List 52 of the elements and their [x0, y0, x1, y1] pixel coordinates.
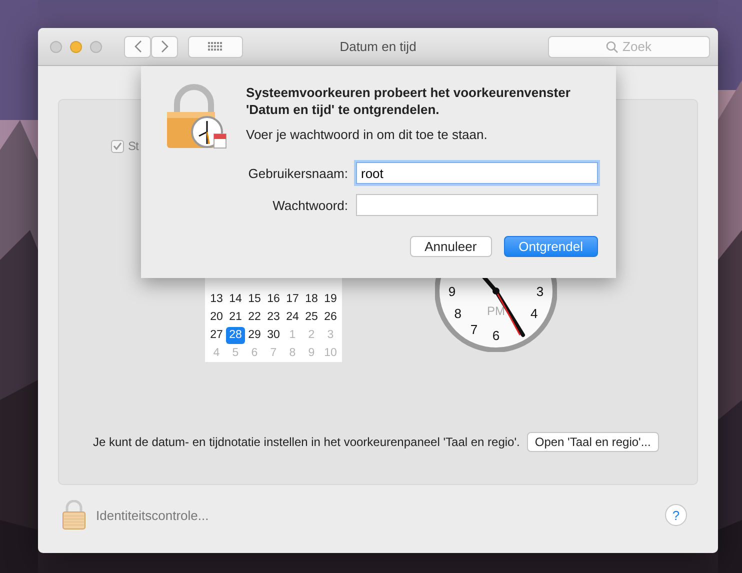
- lock-label[interactable]: Identiteitscontrole...: [96, 508, 209, 522]
- search-icon: [606, 40, 618, 52]
- calendar-day[interactable]: 21: [226, 308, 245, 326]
- dialog-title: Systeemvoorkeuren probeert het voorkeurenvenster 'Datum en tijd' te ontgrendelen.: [246, 84, 572, 118]
- padlock-icon[interactable]: [62, 500, 86, 530]
- calendar-day[interactable]: 29: [245, 326, 264, 344]
- field-label: Gebruikersnaam:: [247, 166, 348, 180]
- calendar-day[interactable]: 15: [245, 290, 264, 308]
- check-icon: [113, 142, 122, 150]
- calendar-day[interactable]: 26: [321, 308, 340, 326]
- calendar-day[interactable]: 14: [226, 290, 245, 308]
- window-control[interactable]: [50, 40, 62, 52]
- chevron-left-icon: [134, 40, 142, 53]
- window-control[interactable]: [90, 40, 102, 52]
- clock-number: 7: [470, 322, 478, 338]
- back-button[interactable]: [124, 36, 151, 58]
- calendar-day[interactable]: 27: [207, 326, 226, 344]
- clock-number: 6: [492, 328, 500, 343]
- window-title: Datum en tijd: [340, 39, 416, 54]
- calendar-day[interactable]: 19: [321, 290, 340, 308]
- search-field[interactable]: Zoek: [548, 36, 710, 58]
- help-button[interactable]: ?: [665, 504, 687, 526]
- calendar-day[interactable]: 16: [264, 290, 283, 308]
- calendar-day[interactable]: 24: [283, 308, 302, 326]
- open-language-region-button[interactable]: Open 'Taal en regio'...: [526, 432, 659, 452]
- clock-period: PM: [487, 304, 505, 318]
- calendar-day[interactable]: 25: [302, 308, 321, 326]
- window-control[interactable]: [70, 40, 82, 52]
- forward-button[interactable]: [151, 36, 178, 58]
- calendar-day[interactable]: 20: [207, 308, 226, 326]
- format-note: Je kunt de datum- en tijdnotatie instellen in het voorkeurenpaneel 'Taal en regio'.: [93, 435, 520, 449]
- clock-number: 4: [530, 306, 538, 321]
- show-all-button[interactable]: [188, 36, 243, 58]
- cancel-button[interactable]: Annuleer: [410, 236, 492, 257]
- checkbox-label: St: [128, 139, 138, 153]
- username-field[interactable]: root: [356, 162, 598, 184]
- calendar-day[interactable]: 22: [245, 308, 264, 326]
- dialog-message: Voer je wachtwoord in om dit toe te staan.: [246, 127, 488, 142]
- calendar-day[interactable]: 30: [264, 326, 283, 344]
- calendar-day[interactable]: 28: [226, 326, 245, 344]
- field-label: Wachtwoord:: [272, 198, 348, 212]
- calendar-day[interactable]: 18: [302, 290, 321, 308]
- calendar-day[interactable]: 17: [283, 290, 302, 308]
- password-field[interactable]: [356, 194, 598, 216]
- clock-number: 8: [454, 306, 462, 321]
- chevron-right-icon: [160, 40, 168, 53]
- clock-number: 3: [536, 284, 544, 299]
- clock-number: 9: [448, 284, 456, 299]
- calendar-day[interactable]: 13: [207, 290, 226, 308]
- checkbox[interactable]: [111, 140, 124, 152]
- grid-icon: [208, 42, 223, 51]
- calendar-day[interactable]: 23: [264, 308, 283, 326]
